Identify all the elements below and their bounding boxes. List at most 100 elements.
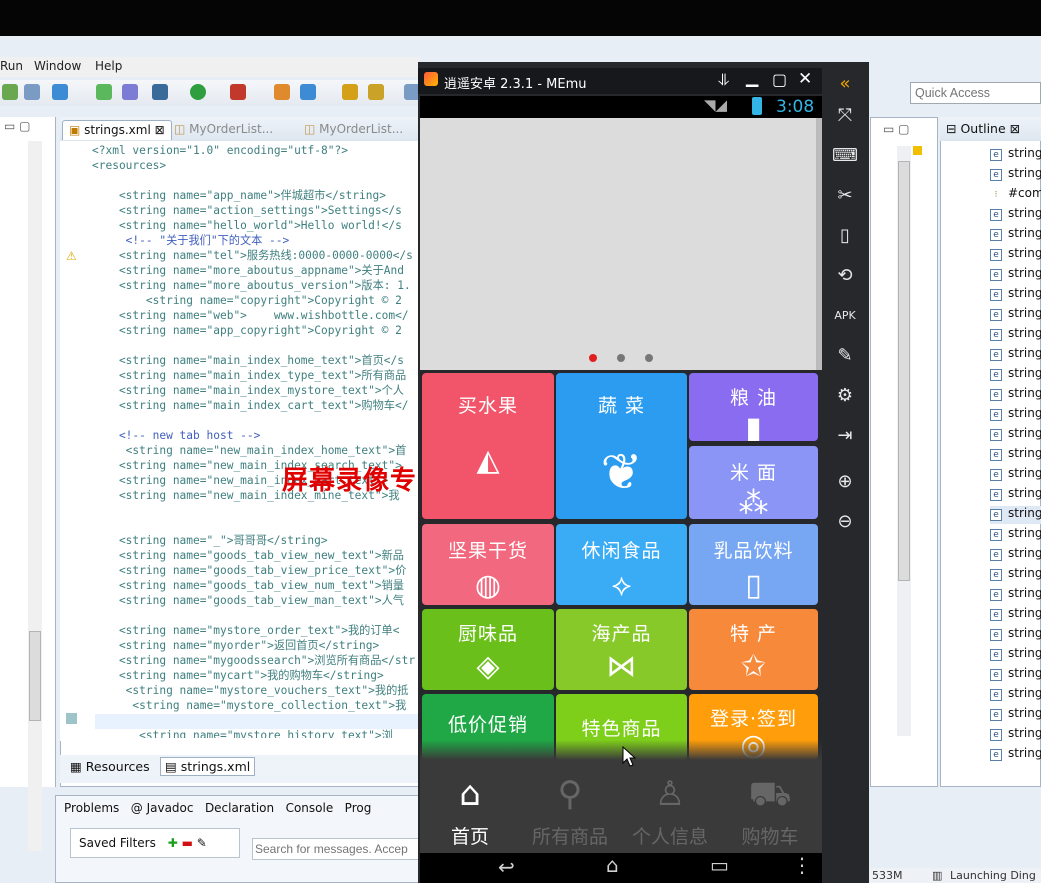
outline-item[interactable]: e string [990,406,1041,424]
settings-icon[interactable]: ⚙ [832,384,858,408]
outline-item[interactable]: e string [990,586,1041,604]
category-tile[interactable]: 乳品饮料 ▯ [689,524,818,605]
import-icon[interactable]: ⇥ [832,424,858,448]
home-key-icon[interactable]: ⌂ [606,853,619,877]
new-package-icon[interactable] [274,84,290,100]
outline-item[interactable]: e string [990,466,1041,484]
scrollbar-thumb[interactable] [29,631,41,721]
category-tile[interactable]: 坚果干货 ◍ [422,524,554,605]
rotate-icon[interactable]: ⟲ [832,264,858,288]
scissors-icon[interactable]: ✂ [832,184,858,208]
open-type-icon[interactable] [342,84,358,100]
outline-item[interactable]: e string [990,626,1041,644]
tab-javadoc[interactable]: @ Javadoc [131,801,194,815]
outline-item[interactable]: e string [990,206,1041,224]
quick-access-input[interactable] [910,82,1041,104]
outline-item[interactable]: e string [990,746,1041,764]
save-icon[interactable] [2,84,18,100]
outline-item[interactable]: e string [990,426,1041,444]
carousel-dot-2[interactable] [617,354,625,362]
wizard-icon[interactable] [96,84,112,100]
code-text[interactable]: <?xml version="1.0" encoding="utf-8"?> <r… [92,143,420,738]
outline-item[interactable]: e string [990,366,1041,384]
outline-item[interactable]: e string [990,686,1041,704]
back-icon[interactable]: ↩ [498,855,515,879]
banner-carousel[interactable] [420,118,820,370]
menu-help[interactable]: Help [95,59,122,73]
run-icon[interactable] [190,84,206,100]
warning-icon[interactable]: ⚠ [66,249,77,263]
tab-strings-xml[interactable]: ▣ strings.xml ⊠ [62,120,172,140]
message-search-input[interactable] [252,838,422,860]
outline-item[interactable]: e string [990,346,1041,364]
carousel-dot-3[interactable] [645,354,653,362]
tab-cart[interactable]: ⛟ 购物车 [720,760,820,853]
outline-item[interactable]: e string [990,546,1041,564]
outline-item[interactable]: e string [990,146,1041,164]
menu-icon[interactable]: ⋮ [792,853,812,877]
outline-item[interactable]: e string [990,526,1041,544]
category-tile[interactable]: 粮 油 ▮ [689,373,818,441]
outline-item[interactable]: e string [990,246,1041,264]
menu-window[interactable]: Window [34,59,81,73]
outline-item[interactable]: ⁝ #com [990,186,1041,204]
left-scrollbar[interactable] [28,141,42,851]
add-filter-icon[interactable]: ✚ [168,836,178,850]
print-icon[interactable] [24,84,40,100]
external-tools-icon[interactable] [230,84,246,100]
category-tile[interactable]: 厨味品 ◈ [422,609,554,690]
new-class-icon[interactable] [300,84,316,100]
outline-item[interactable]: e string [990,326,1041,344]
close-icon[interactable]: ✕ [798,69,812,89]
remove-location-icon[interactable]: ⊖ [832,510,858,534]
outline-item[interactable]: e string [990,506,1041,524]
tab-declaration[interactable]: Declaration [205,801,274,815]
tab-strings-xml-source[interactable]: ▤ strings.xml [160,757,256,776]
recents-icon[interactable]: ▭ [710,853,729,877]
category-tile[interactable]: 买水果 ◭ [422,373,554,519]
outline-item[interactable]: e string [990,266,1041,284]
brush-icon[interactable]: ✎ [832,344,858,368]
outline-item[interactable]: e string [990,726,1041,744]
outline-item[interactable]: e string [990,646,1041,664]
maximize-icon[interactable]: ▢ [772,70,787,89]
pin-icon[interactable]: ⥥ [718,70,730,90]
trash-icon[interactable]: ▥ [932,869,942,882]
tab-myorderlist-1[interactable]: ◫ MyOrderList... [168,120,279,140]
outline-item[interactable]: e string [990,486,1041,504]
tab-myorderlist-2[interactable]: ◫ MyOrderList... [298,120,409,140]
tab-progress[interactable]: Prog [345,801,372,815]
tab-profile[interactable]: ♙ 个人信息 [620,760,720,853]
tab-all-goods[interactable]: ⚲ 所有商品 [520,760,620,853]
close-icon[interactable]: ⊠ [151,123,165,137]
collapse-icon[interactable]: « [832,72,858,96]
outline-item[interactable]: e string [990,166,1041,184]
close-icon[interactable]: ⊠ [1006,121,1020,136]
outline-item[interactable]: e string [990,446,1041,464]
outline-item[interactable]: e string [990,306,1041,324]
add-location-icon[interactable]: ⊕ [832,470,858,494]
tab-problems[interactable]: Problems [64,801,119,815]
carousel-dot-1[interactable] [589,354,597,362]
pin-icon[interactable] [122,84,138,100]
minimize-icon[interactable]: ▁ [746,68,758,87]
outline-item[interactable]: e string [990,666,1041,684]
menu-run[interactable]: Run [0,59,23,73]
debug-icon[interactable] [152,84,168,100]
vertical-scrollbar[interactable] [897,146,911,736]
category-tile[interactable]: 米 面 ⁂ [689,446,818,519]
outline-item[interactable]: e string [990,226,1041,244]
outline-item[interactable]: e string [990,386,1041,404]
apk-icon[interactable]: APK [832,304,858,328]
outline-item[interactable]: e string [990,566,1041,584]
category-tile[interactable]: 蔬 菜 ❦ [556,373,687,519]
shake-icon[interactable]: ▯ [832,224,858,248]
tab-console[interactable]: Console [286,801,334,815]
outline-item[interactable]: e string [990,606,1041,624]
scrollbar-thumb[interactable] [898,161,910,581]
tab-home[interactable]: ⌂ 首页 [420,760,520,853]
search-tool-icon[interactable] [368,84,384,100]
fullscreen-icon[interactable]: ⤧ [832,104,858,128]
tab-resources[interactable]: ▦ Resources [70,759,150,774]
edit-filter-icon[interactable]: ✎ [197,836,207,850]
